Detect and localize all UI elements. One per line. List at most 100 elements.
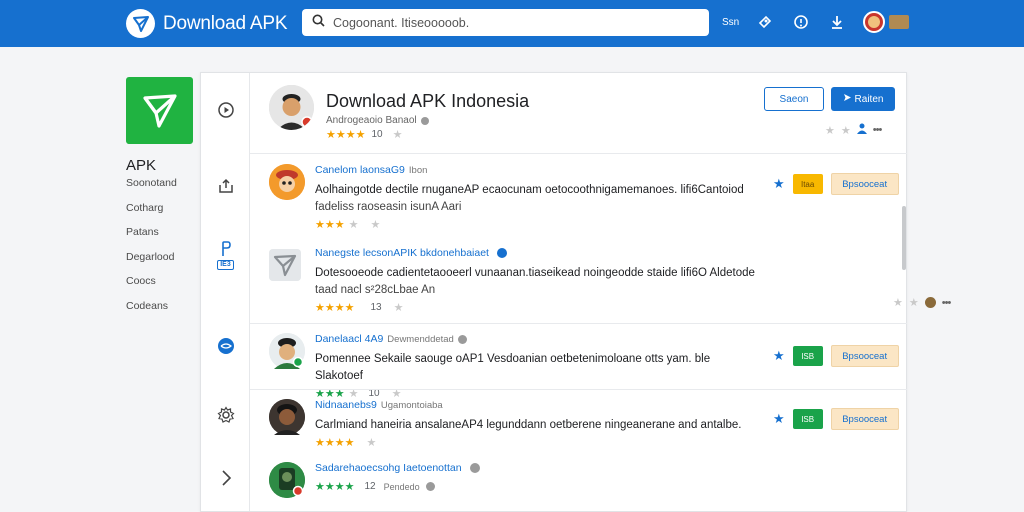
primary-button[interactable]: Raiten [831, 87, 895, 111]
divider [250, 323, 907, 324]
header-avatar[interactable] [269, 85, 314, 130]
side-link[interactable]: Soonotand [126, 176, 177, 201]
search-input[interactable] [333, 15, 693, 30]
row-name: Canelom laonsaG9 Ibon [315, 164, 755, 176]
row-body: Nidnaanebs9 Ugamontoiaba Carlmiand hanei… [315, 399, 755, 449]
divider [250, 389, 907, 390]
row-name-text[interactable]: Nidnaanebs9 [315, 399, 377, 411]
send-icon [843, 93, 852, 105]
get-button[interactable]: Bpsooceat [830, 408, 899, 430]
row-description: Aolhaingotde dectile rnuganeAP ecaocunam… [315, 182, 755, 216]
rail-settings[interactable] [201, 406, 250, 424]
side-link[interactable]: Codeans [126, 299, 177, 324]
star-outline-icon: ★ [392, 129, 403, 141]
row-actions: ★ ISB Bpsooceat [773, 345, 899, 367]
header-subtitle-text: Androgeaoio Banaol [326, 115, 417, 126]
search-icon [312, 14, 325, 32]
tag-pill[interactable]: Itaa [792, 174, 823, 194]
favorite-star-icon[interactable]: ★ [773, 176, 785, 192]
star-outline-icon[interactable]: ★ [893, 296, 903, 309]
rail-globe[interactable] [201, 337, 250, 355]
row-body: Sadarehaoecsohg Iaetoenottan ★★★★ 12 Pen… [315, 462, 755, 493]
row-name: Nanegste lecsonAPIK bkdonehbaiaet [315, 247, 755, 259]
side-link[interactable]: Degarlood [126, 250, 177, 275]
row-desc-line: Dotesooeode cadientetaooeerl vunaanan.ti… [315, 267, 755, 279]
scrollbar[interactable] [902, 206, 906, 270]
row-subtext: Pendedo [383, 481, 420, 492]
rail-badge: IE3 [217, 260, 234, 270]
profile-badge-icon[interactable] [889, 15, 910, 29]
row-meta: Dewmenddetad [387, 333, 454, 345]
share-icon[interactable] [755, 11, 775, 33]
page-title: Download APK Indonesia [326, 91, 530, 111]
header-rating: ★★★★ 10 ★ [326, 128, 529, 141]
row-avatar[interactable] [269, 399, 305, 435]
main-card: IE3 Download APK Indonesia Androgeaoio B… [200, 72, 951, 512]
brand-name: Download APK [163, 12, 288, 34]
side-link[interactable]: Patans [126, 225, 177, 250]
person-avatar-icon [269, 164, 305, 200]
tag-pill[interactable]: ISB [792, 346, 823, 366]
favorite-star-icon[interactable]: ★ [773, 411, 785, 427]
paper-plane-icon [269, 249, 301, 281]
side-link[interactable]: Coocs [126, 274, 177, 299]
row-rating: ★★★★ 12 Pendedo [315, 480, 755, 493]
row-name-text[interactable]: Nanegste lecsonAPIK bkdonehbaiaet [315, 247, 489, 259]
star-outline-icon: ★ [370, 219, 381, 231]
side-link[interactable]: Cotharg [126, 201, 177, 226]
search-box[interactable] [302, 9, 709, 36]
rail-upload[interactable] [201, 177, 250, 195]
brand[interactable]: Download APK [126, 9, 288, 38]
star-outline-icon: ★ [366, 437, 377, 449]
save-button[interactable]: Saeon [764, 87, 824, 111]
primary-button-label: Raiten [854, 93, 884, 105]
row-avatar[interactable] [269, 249, 301, 281]
row-name-text[interactable]: Sadarehaoecsohg Iaetoenottan [315, 462, 462, 474]
rail-play[interactable] [201, 101, 250, 119]
globe-icon [217, 338, 234, 354]
star-outline-icon[interactable]: ★ [825, 124, 835, 137]
app-logo-tile[interactable] [126, 77, 193, 144]
row-avatar[interactable] [269, 462, 305, 498]
gear-icon [216, 406, 235, 423]
star-icon: ★★★ [315, 219, 345, 231]
row-avatar[interactable] [269, 333, 305, 369]
info-icon[interactable] [791, 11, 811, 33]
verified-icon [496, 248, 507, 258]
get-button[interactable]: Bpsooceat [830, 173, 899, 195]
badge-icon[interactable] [924, 297, 936, 308]
row-description: Carlmiand haneiria ansalaneAP4 legunddan… [315, 417, 755, 434]
verified-icon [469, 463, 480, 473]
pin-icon [221, 241, 231, 256]
row-meta: Ugamontoiaba [380, 399, 443, 411]
rail-active[interactable]: IE3 [201, 240, 250, 270]
star-outline-icon[interactable]: ★ [841, 124, 851, 137]
person-avatar-icon [269, 85, 314, 130]
more-icon[interactable]: ••• [873, 124, 883, 136]
verified-icon [420, 116, 429, 125]
user-avatar[interactable] [863, 11, 886, 33]
icon-rail: IE3 [201, 73, 250, 511]
user-icon[interactable] [856, 123, 867, 137]
row-body: Canelom laonsaG9 Ibon Aolhaingotde decti… [315, 164, 755, 231]
more-icon[interactable]: ••• [942, 297, 952, 309]
download-icon[interactable] [827, 11, 847, 33]
person-avatar-icon [269, 399, 305, 435]
top-actions: Ssn [722, 11, 910, 33]
star-outline-icon: ★ [393, 302, 404, 314]
row-rating: ★★★★ ★ [315, 436, 755, 449]
star-outline-icon[interactable]: ★ [909, 296, 919, 309]
app-title: APK [126, 157, 157, 174]
verified-icon [425, 482, 435, 491]
favorite-star-icon[interactable]: ★ [773, 348, 785, 364]
star-icon: ★★★★ [315, 437, 355, 449]
top-link[interactable]: Ssn [722, 17, 739, 28]
header-tools: ★ ★ ••• [825, 123, 883, 137]
row-description: Pomennee Sekaile saouge oAP1 Vesdoanian … [315, 351, 755, 385]
rail-next[interactable] [201, 469, 250, 487]
row-name-text[interactable]: Canelom laonsaG9 [315, 164, 405, 176]
get-button[interactable]: Bpsooceat [830, 345, 899, 367]
row-name-text[interactable]: Danelaacl 4A9 [315, 333, 383, 345]
row-avatar[interactable] [269, 164, 305, 200]
tag-pill[interactable]: ISB [792, 409, 823, 429]
